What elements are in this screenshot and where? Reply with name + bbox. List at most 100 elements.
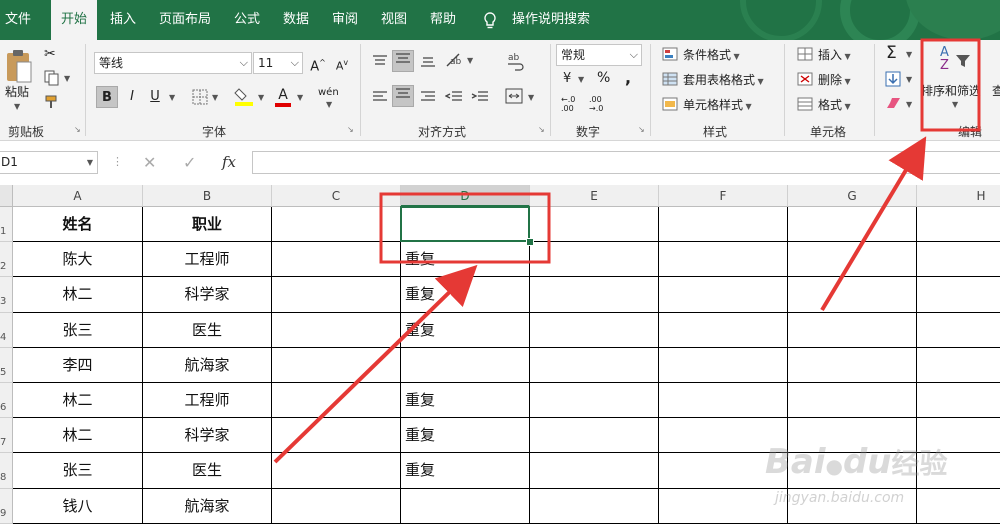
cell-g1[interactable] bbox=[788, 207, 917, 243]
cell-e6[interactable] bbox=[530, 383, 659, 419]
merge-center-icon[interactable] bbox=[505, 88, 523, 104]
chevron-down-icon[interactable]: ▼ bbox=[906, 100, 912, 109]
chevron-down-icon[interactable]: ⌵ bbox=[240, 53, 248, 73]
cut-icon[interactable]: ✂ bbox=[44, 46, 56, 62]
find-select-button[interactable]: 查 bbox=[992, 82, 1000, 99]
chevron-down-icon[interactable]: ▼ bbox=[169, 93, 175, 102]
chevron-down-icon[interactable]: ▼ bbox=[952, 100, 958, 109]
column-header-f[interactable]: F bbox=[659, 185, 788, 207]
cell-d8[interactable]: 重复 bbox=[401, 453, 530, 489]
cancel-entry-icon[interactable]: ✕ bbox=[143, 153, 156, 172]
format-as-table-button[interactable]: 套用表格格式 ▼ bbox=[683, 71, 764, 88]
cell-e4[interactable] bbox=[530, 312, 659, 348]
cell-a9[interactable]: 钱八 bbox=[13, 488, 143, 524]
tab-insert[interactable]: 插入 bbox=[110, 0, 136, 40]
chevron-down-icon[interactable]: ▼ bbox=[906, 50, 912, 59]
fill-handle[interactable] bbox=[526, 238, 534, 247]
chevron-down-icon[interactable]: ⌵ bbox=[630, 45, 638, 65]
cell-b7[interactable]: 科学家 bbox=[143, 418, 272, 454]
cell-g5[interactable] bbox=[788, 347, 917, 383]
cell-a5[interactable]: 李四 bbox=[13, 347, 143, 383]
comma-style-button[interactable]: , bbox=[625, 68, 631, 87]
cell-f4[interactable] bbox=[659, 312, 788, 348]
cell-c5[interactable] bbox=[272, 347, 401, 383]
cell-d6[interactable]: 重复 bbox=[401, 383, 530, 419]
column-header-h[interactable]: H bbox=[917, 185, 1000, 207]
wrap-text-icon[interactable]: ab bbox=[507, 52, 525, 72]
percent-button[interactable]: % bbox=[597, 70, 610, 86]
tab-formulas[interactable]: 公式 bbox=[234, 0, 260, 40]
cell-e1[interactable] bbox=[530, 207, 659, 243]
row-header[interactable]: 6 bbox=[0, 383, 13, 419]
cell-a4[interactable]: 张三 bbox=[13, 312, 143, 348]
cell-e7[interactable] bbox=[530, 418, 659, 454]
chevron-down-icon[interactable]: ▼ bbox=[467, 56, 473, 65]
cell-a7[interactable]: 林二 bbox=[13, 418, 143, 454]
column-header-c[interactable]: C bbox=[272, 185, 401, 207]
conditional-formatting-button[interactable]: 条件格式 ▼ bbox=[683, 46, 740, 63]
dialog-launcher-icon[interactable]: ↘ bbox=[538, 126, 546, 134]
autosum-button[interactable]: Σ bbox=[886, 43, 897, 63]
increase-indent-icon[interactable] bbox=[471, 90, 489, 104]
cell-b9[interactable]: 航海家 bbox=[143, 488, 272, 524]
row-header[interactable]: 4 bbox=[0, 312, 13, 348]
chevron-down-icon[interactable]: ▼ bbox=[258, 93, 264, 102]
bold-button[interactable]: B bbox=[96, 86, 118, 108]
cell-f5[interactable] bbox=[659, 347, 788, 383]
cell-d7[interactable]: 重复 bbox=[401, 418, 530, 454]
cell-e8[interactable] bbox=[530, 453, 659, 489]
fill-down-icon[interactable] bbox=[885, 71, 901, 87]
delete-cells-icon[interactable] bbox=[797, 72, 813, 86]
cell-c1[interactable] bbox=[272, 207, 401, 243]
cell-f9[interactable] bbox=[659, 488, 788, 524]
borders-icon[interactable] bbox=[192, 89, 208, 105]
shrink-font-button[interactable]: Av bbox=[331, 52, 353, 74]
cell-b1[interactable]: 职业 bbox=[143, 207, 272, 243]
cell-d9[interactable] bbox=[401, 488, 530, 524]
sort-filter-button[interactable]: 排序和筛选 bbox=[921, 82, 981, 99]
column-header-d[interactable]: D bbox=[401, 185, 530, 207]
copy-icon[interactable] bbox=[44, 70, 60, 86]
cell-c8[interactable] bbox=[272, 453, 401, 489]
tell-me-search[interactable]: 操作说明搜索 bbox=[512, 0, 590, 40]
cell-e2[interactable] bbox=[530, 242, 659, 278]
cell-e5[interactable] bbox=[530, 347, 659, 383]
chevron-down-icon[interactable]: ⌵ bbox=[291, 53, 299, 73]
cell-h2[interactable] bbox=[917, 242, 1000, 278]
tab-review[interactable]: 审阅 bbox=[332, 0, 358, 40]
cell-c3[interactable] bbox=[272, 277, 401, 313]
grow-font-button[interactable]: A^ bbox=[307, 52, 329, 74]
font-size-combo[interactable]: 11 ⌵ bbox=[253, 52, 303, 74]
row-header[interactable]: 5 bbox=[0, 347, 13, 383]
cell-c6[interactable] bbox=[272, 383, 401, 419]
cell-f6[interactable] bbox=[659, 383, 788, 419]
cell-h1[interactable] bbox=[917, 207, 1000, 243]
select-all-corner[interactable] bbox=[0, 185, 13, 207]
number-format-combo[interactable]: 常规 ⌵ bbox=[556, 44, 642, 66]
cell-h9[interactable] bbox=[917, 489, 1000, 524]
name-box[interactable]: D1 ▼ bbox=[0, 151, 98, 174]
row-header[interactable]: 2 bbox=[0, 242, 13, 278]
tab-view[interactable]: 视图 bbox=[381, 0, 407, 40]
paste-icon[interactable] bbox=[4, 48, 34, 84]
cell-b8[interactable]: 医生 bbox=[143, 453, 272, 489]
cell-g2[interactable] bbox=[788, 242, 917, 278]
cell-b2[interactable]: 工程师 bbox=[143, 242, 272, 278]
cell-a3[interactable]: 林二 bbox=[13, 277, 143, 313]
confirm-entry-icon[interactable]: ✓ bbox=[183, 153, 196, 172]
format-cells-icon[interactable] bbox=[797, 97, 813, 111]
top-align-icon[interactable] bbox=[372, 54, 388, 68]
chevron-down-icon[interactable]: ▼ bbox=[64, 74, 70, 83]
column-header-e[interactable]: E bbox=[530, 185, 659, 207]
tab-home[interactable]: 开始 bbox=[51, 0, 97, 40]
cell-d2[interactable]: 重复 bbox=[401, 242, 530, 278]
cell-b4[interactable]: 医生 bbox=[143, 312, 272, 348]
align-left-icon[interactable] bbox=[372, 90, 388, 104]
clear-eraser-icon[interactable] bbox=[885, 96, 903, 110]
cell-e3[interactable] bbox=[530, 277, 659, 313]
cell-b6[interactable]: 工程师 bbox=[143, 383, 272, 419]
chevron-down-icon[interactable]: ▼ bbox=[578, 75, 584, 84]
cell-h6[interactable] bbox=[917, 383, 1000, 419]
format-painter-icon[interactable] bbox=[44, 94, 60, 110]
tab-data[interactable]: 数据 bbox=[283, 0, 309, 40]
